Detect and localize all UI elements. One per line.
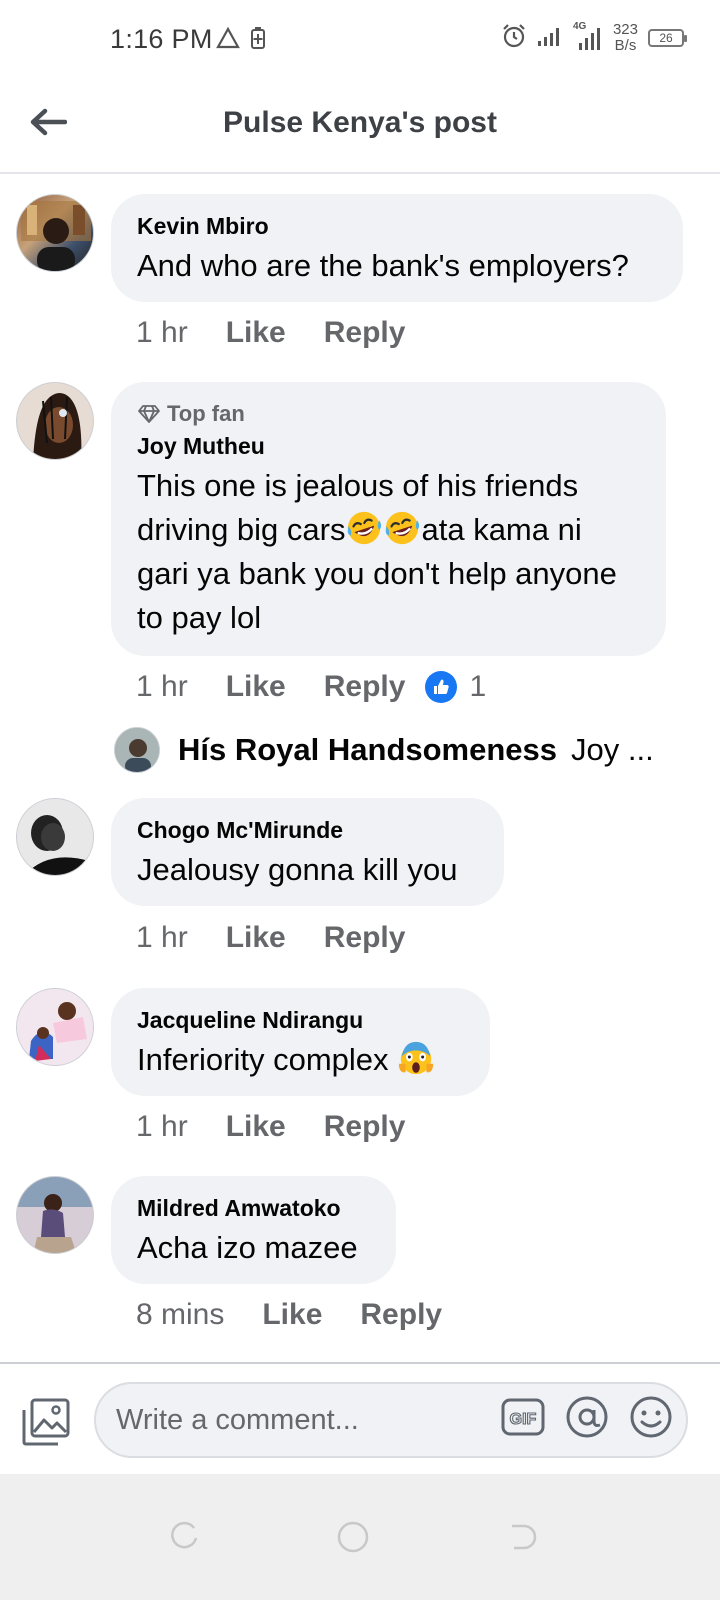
- comment-time[interactable]: 1 hr: [136, 670, 188, 704]
- comment-actions: 1 hr Like Reply: [136, 921, 443, 955]
- top-fan-badge: Top fan: [137, 400, 640, 428]
- comment-bubble[interactable]: Chogo Mc'Mirunde Jealousy gonna kill you: [111, 798, 504, 906]
- back-nav-icon: [512, 1524, 537, 1550]
- comment-text: Inferiority complex: [137, 1038, 464, 1082]
- recent-apps-icon: [171, 1521, 198, 1549]
- signal-icon: [537, 25, 563, 52]
- reply-button[interactable]: Reply: [324, 921, 406, 955]
- diamond-icon: [138, 405, 160, 423]
- comment-bubble[interactable]: Mildred Amwatoko Acha izo mazee: [111, 1176, 396, 1284]
- photo-button[interactable]: [20, 1396, 72, 1448]
- comment-actions: 1 hr Like Reply: [136, 316, 443, 350]
- reaction-count[interactable]: 1: [425, 670, 486, 704]
- like-button[interactable]: Like: [226, 670, 286, 704]
- network-speed: 323 B/s: [612, 21, 638, 54]
- gif-icon: GIF: [501, 1398, 545, 1436]
- warning-triangle-icon: [216, 26, 240, 54]
- view-reply-link[interactable]: Hís Royal Handsomeness Joy ...: [114, 727, 654, 773]
- photo-icon: [22, 1398, 70, 1446]
- home-button[interactable]: [336, 1520, 370, 1554]
- signal-4g-icon: 4G: [573, 21, 603, 51]
- comment-author[interactable]: Mildred Amwatoko: [137, 1194, 370, 1222]
- comment-actions: 1 hr Like Reply 1: [136, 670, 486, 704]
- svg-text:GIF: GIF: [510, 1411, 537, 1428]
- comment-bubble[interactable]: Kevin Mbiro And who are the bank's emplo…: [111, 194, 683, 302]
- reply-button[interactable]: Reply: [324, 1110, 406, 1144]
- comment-author[interactable]: Jacqueline Ndirangu: [137, 1006, 464, 1034]
- comment-time[interactable]: 1 hr: [136, 921, 188, 955]
- emoji-button[interactable]: [628, 1394, 674, 1440]
- header: Pulse Kenya's post: [0, 82, 720, 174]
- comment-author[interactable]: Chogo Mc'Mirunde: [137, 816, 478, 844]
- comment-time[interactable]: 1 hr: [136, 316, 188, 350]
- recent-apps-button[interactable]: [166, 1520, 200, 1554]
- avatar[interactable]: [16, 382, 94, 460]
- comment-composer: Write a comment... GIF: [0, 1362, 720, 1474]
- reply-button[interactable]: Reply: [360, 1298, 442, 1332]
- page-title: Pulse Kenya's post: [223, 106, 497, 139]
- comment-text: Jealousy gonna kill you: [137, 852, 458, 887]
- reply-preview-text: Joy ...: [571, 732, 654, 767]
- scream-emoji: [399, 1041, 434, 1075]
- avatar[interactable]: [16, 1176, 94, 1254]
- like-button[interactable]: Like: [226, 316, 286, 350]
- comment-author[interactable]: Kevin Mbiro: [137, 212, 657, 240]
- system-nav-bar: [0, 1474, 720, 1600]
- comment-time[interactable]: 8 mins: [136, 1298, 224, 1332]
- mention-icon: [566, 1396, 608, 1438]
- status-bar: 1:16 PM 4G 323 B/s 26: [0, 0, 720, 82]
- comment-text: And who are the bank's employers?: [137, 248, 629, 283]
- reply-button[interactable]: Reply: [324, 316, 406, 350]
- emoji-icon: [630, 1396, 672, 1438]
- laughing-emoji: [348, 511, 382, 545]
- back-nav-button[interactable]: [506, 1520, 540, 1554]
- avatar[interactable]: [16, 194, 94, 272]
- comment-text: Acha izo mazee: [137, 1230, 358, 1265]
- comment-text: This one is jealous of his friends drivi…: [137, 468, 617, 635]
- home-icon: [337, 1521, 369, 1553]
- avatar[interactable]: [16, 798, 94, 876]
- comment-author[interactable]: Joy Mutheu: [137, 432, 640, 460]
- battery-indicator: 26: [648, 29, 687, 47]
- avatar[interactable]: [16, 988, 94, 1066]
- battery-saver-icon: [250, 26, 266, 55]
- avatar: [114, 727, 160, 773]
- comment-bubble[interactable]: Jacqueline Ndirangu Inferiority complex: [111, 988, 490, 1096]
- like-button[interactable]: Like: [226, 921, 286, 955]
- gif-button[interactable]: GIF: [500, 1394, 546, 1440]
- comment-time[interactable]: 1 hr: [136, 1110, 188, 1144]
- comment-actions: 8 mins Like Reply: [136, 1298, 480, 1332]
- mention-button[interactable]: [564, 1394, 610, 1440]
- like-thumb-icon: [425, 671, 458, 703]
- like-button[interactable]: Like: [226, 1110, 286, 1144]
- reply-author: Hís Royal Handsomeness: [178, 732, 558, 767]
- laughing-emoji: [386, 511, 420, 545]
- reply-button[interactable]: Reply: [324, 670, 406, 704]
- comment-bubble[interactable]: Top fan Joy Mutheu This one is jealous o…: [111, 382, 666, 656]
- status-time: 1:16 PM: [110, 24, 213, 54]
- alarm-icon: [501, 23, 527, 54]
- comment-actions: 1 hr Like Reply: [136, 1110, 443, 1144]
- like-button[interactable]: Like: [262, 1298, 322, 1332]
